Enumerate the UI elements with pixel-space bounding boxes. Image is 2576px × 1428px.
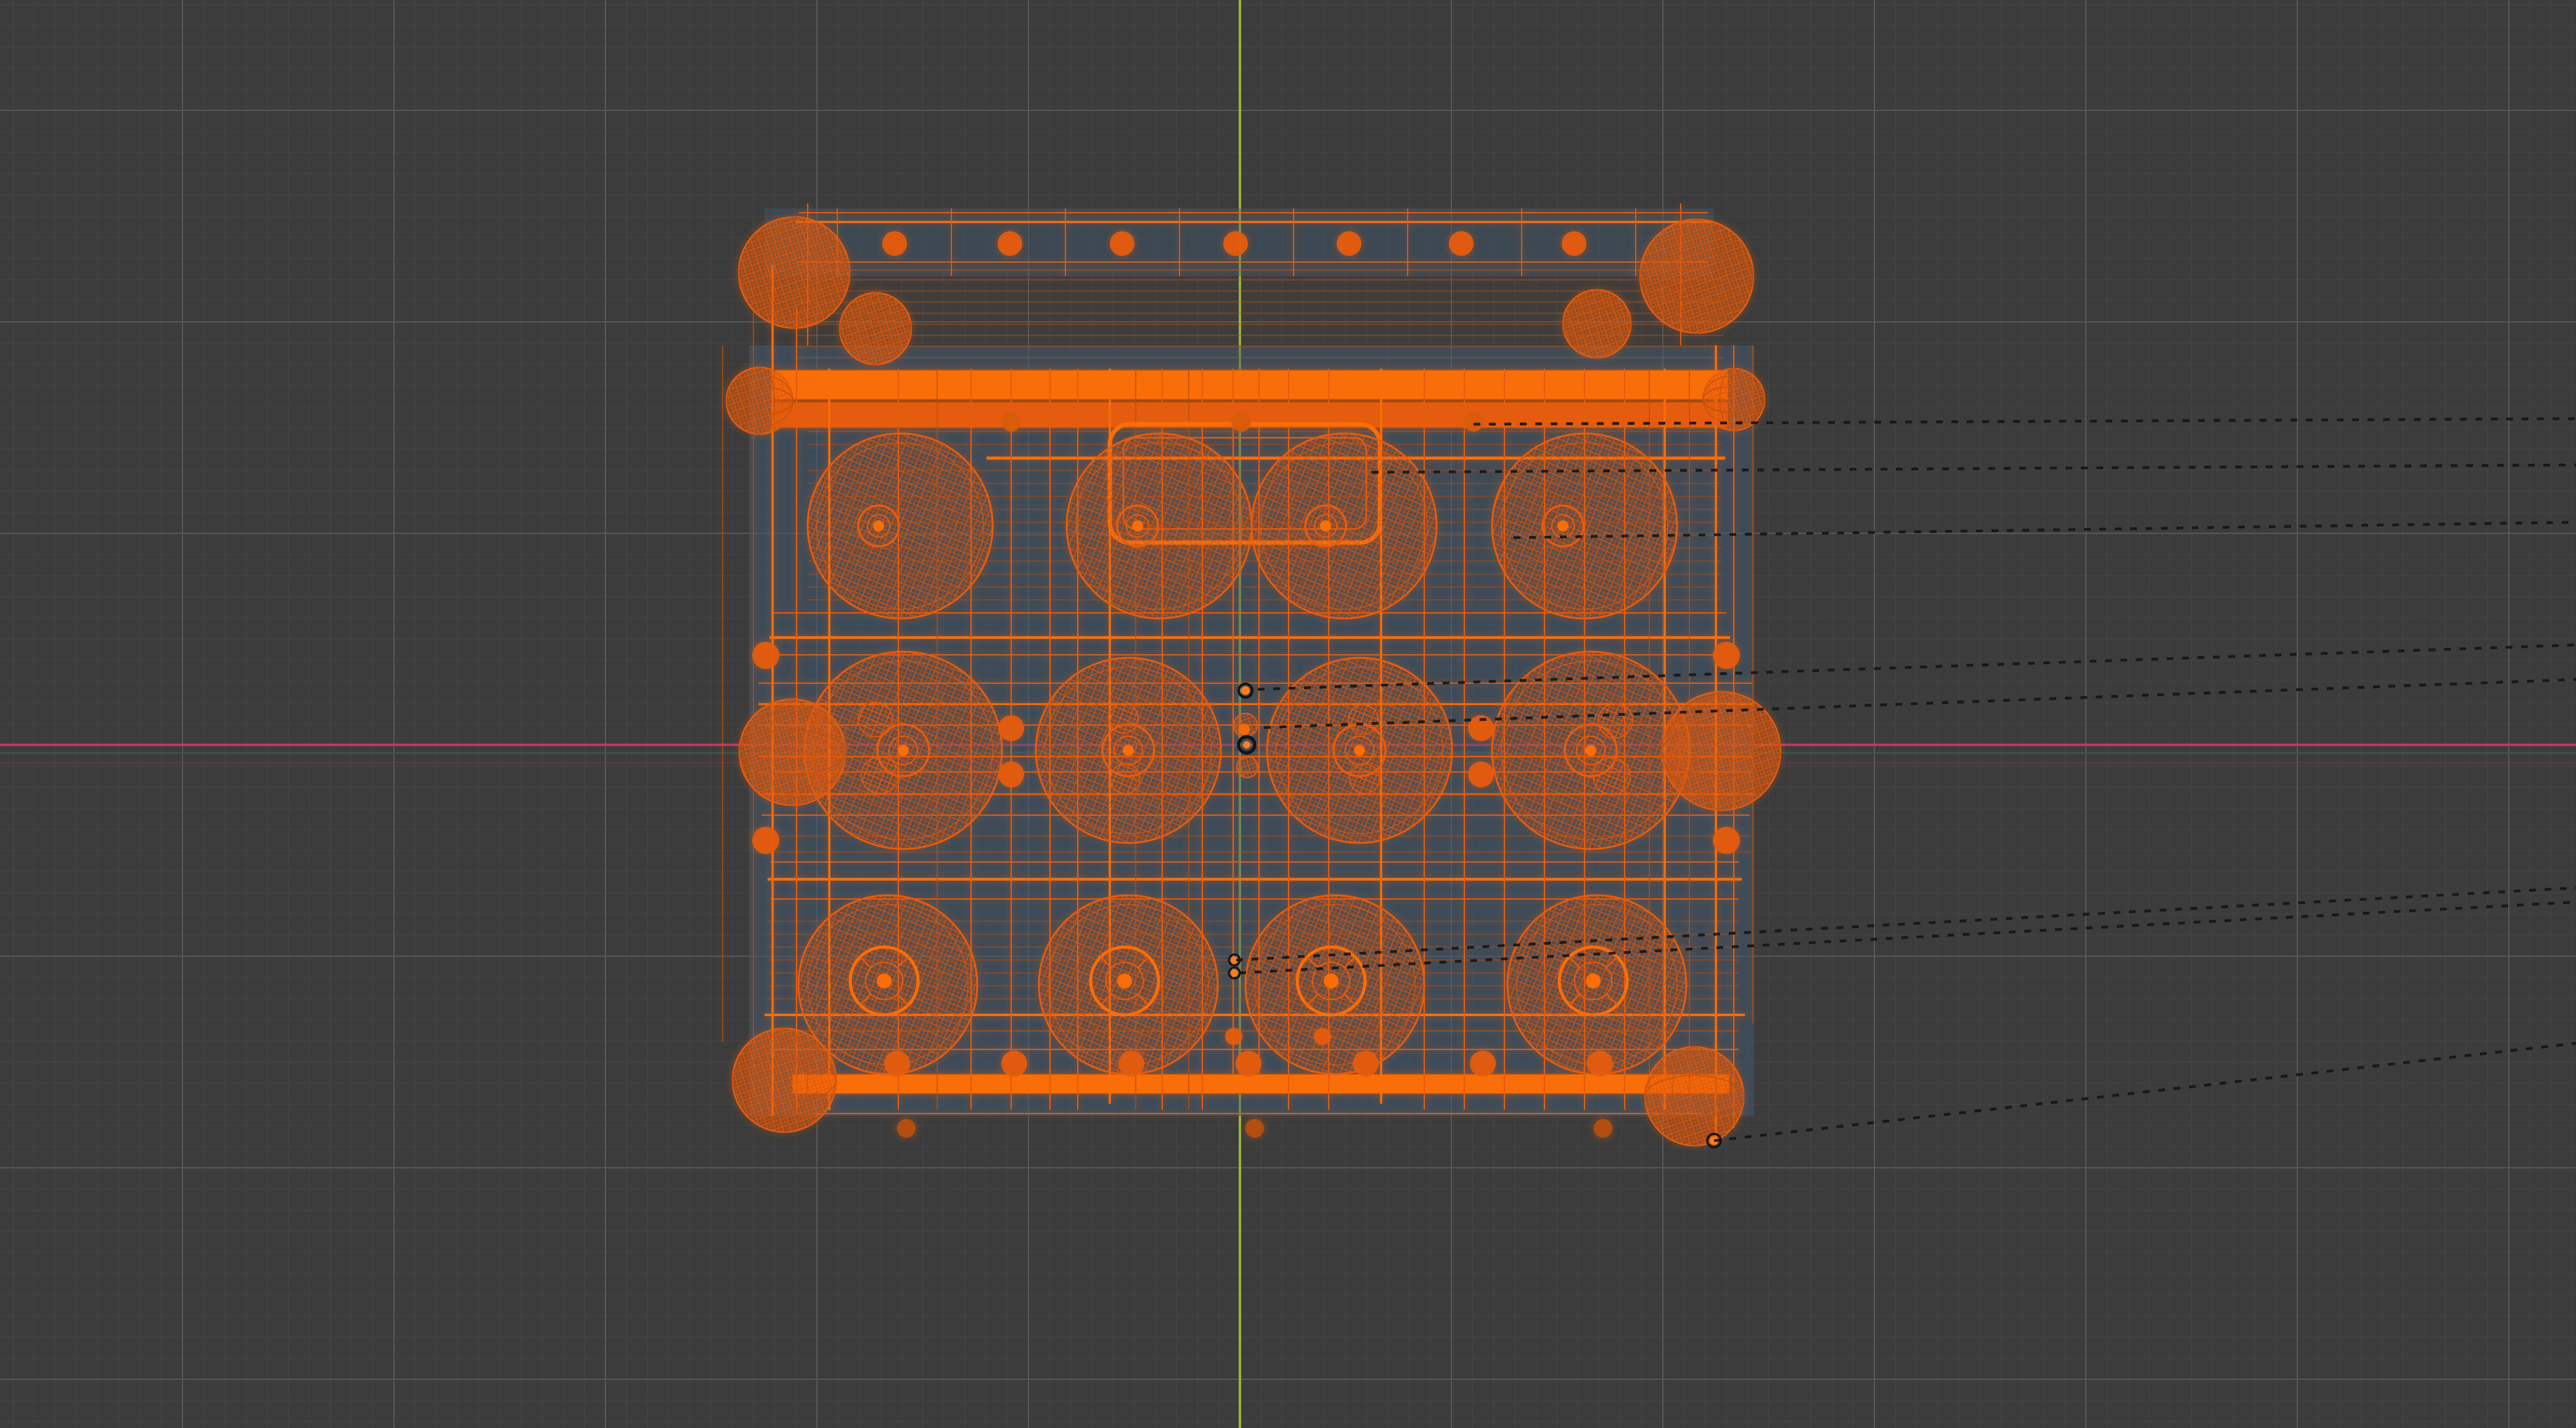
rivet-dot [1464,412,1483,432]
rivet-dot [1314,1028,1331,1045]
wheel-mesh [1038,894,1219,1075]
rivet-dot [1245,1119,1264,1138]
wheel-mesh [1506,894,1688,1075]
corner-sphere-mesh [839,292,913,366]
small-mesh-blob [1236,756,1258,778]
rivet-dot [998,715,1024,741]
rivet-dot [1449,231,1474,256]
wheel-mesh [806,432,994,620]
viewport-canvas[interactable] [0,0,2576,1428]
rivet-dot [884,1051,910,1077]
rivet-dot [1231,412,1251,432]
rivet-dot [1110,231,1134,256]
corner-sphere-mesh [1562,289,1632,359]
rivet-dot [1118,1051,1144,1077]
rivet-dot [897,1119,916,1138]
rivet-dot [1223,231,1248,256]
corner-sphere-mesh [1644,1046,1745,1147]
wheel-mesh [797,894,978,1075]
corner-sphere-mesh [731,1027,837,1133]
rivet-dot [1587,1051,1613,1077]
rivet-dot [1337,231,1361,256]
corner-sphere-mesh [737,216,851,329]
rivet-dot [882,231,907,256]
wheel-mesh [1065,432,1253,620]
wheel-mesh [1266,657,1453,844]
frame-beam [792,1073,1730,1094]
rivet-dot [1594,1119,1612,1138]
rivet-dot [752,827,779,854]
corner-sphere-mesh [738,698,847,806]
wheel-mesh [1491,432,1678,620]
rivet-dot [1239,724,1250,735]
wheel-mesh [1244,894,1425,1075]
rivet-dot [1353,1051,1379,1077]
rivet-dot [1713,642,1740,669]
rivet-dot [1470,1051,1496,1077]
rivet-dot [752,642,779,669]
corner-sphere-mesh [1702,367,1766,432]
rivet-dot [1713,827,1740,854]
rivet-dot [1236,1051,1261,1077]
3d-viewport[interactable] [0,0,2576,1428]
rivet-dot [998,761,1024,787]
rivet-dot [1225,1028,1242,1045]
corner-sphere-mesh [1639,218,1755,334]
rivet-dot [1001,412,1021,432]
wheel-mesh [1250,432,1438,620]
rivet-dot [1468,761,1494,787]
rivet-dot [998,231,1022,256]
wheel-mesh [1035,657,1222,844]
rivet-dot [1562,231,1586,256]
corner-sphere-mesh [725,366,794,435]
rivet-dot [1001,1051,1027,1077]
